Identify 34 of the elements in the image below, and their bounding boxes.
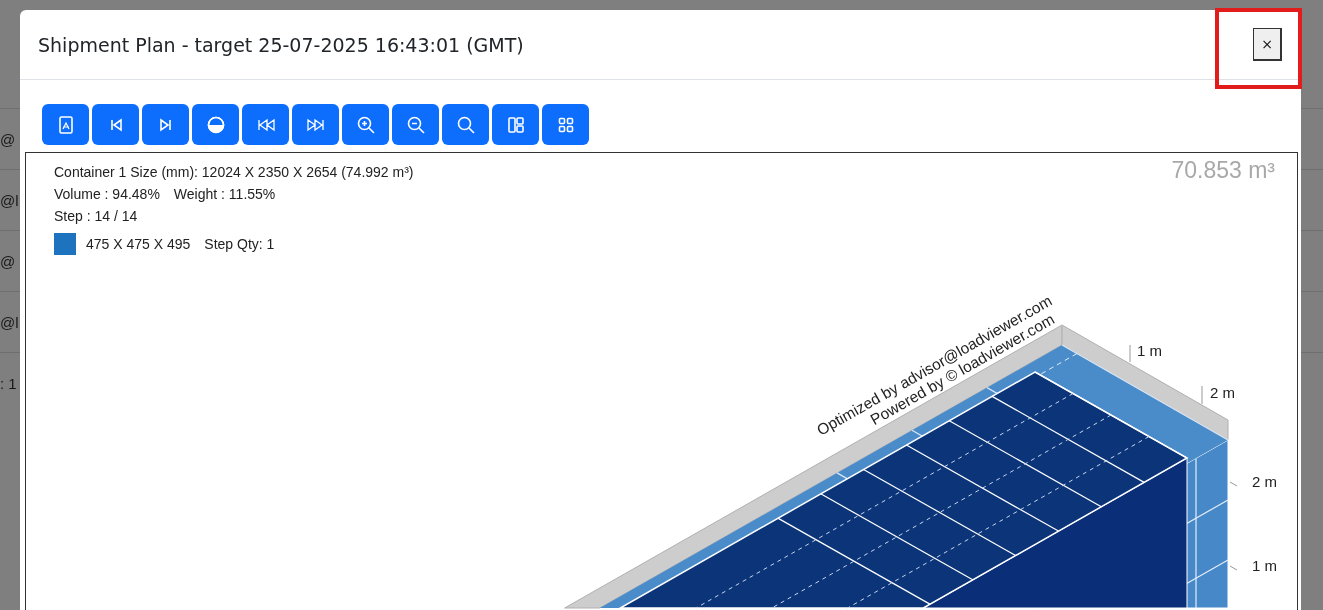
background-text: @l — [0, 191, 19, 209]
volume-text: Volume : 94.48% — [54, 185, 160, 204]
close-button[interactable]: × — [1253, 28, 1282, 61]
step-text: Step : 14 / 14 — [54, 207, 139, 226]
container-size-text: Container 1 Size (mm): 12024 X 2350 X 2654 (74.992 m³) — [54, 163, 414, 182]
toolbar-button[interactable] — [392, 104, 439, 145]
half-circle-icon — [205, 114, 226, 135]
layout-icon — [505, 114, 526, 135]
background-text: @l — [0, 313, 19, 331]
volume-reading: 70.853 m³ — [1171, 157, 1275, 184]
toolbar-button[interactable] — [92, 104, 139, 145]
zoom-out-icon — [405, 114, 426, 135]
toolbar-button[interactable] — [42, 104, 89, 145]
background-text: @ — [0, 252, 16, 270]
toolbar-button[interactable] — [142, 104, 189, 145]
background-text: : 1 — [0, 374, 17, 392]
search-icon — [455, 114, 476, 135]
step-quantity-text: Step Qty: 1 — [204, 235, 275, 254]
toolbar-button[interactable] — [492, 104, 539, 145]
toolbar-button[interactable] — [292, 104, 339, 145]
toolbar-button[interactable] — [542, 104, 589, 145]
axis-label: 2 m — [1210, 384, 1235, 401]
toolbar-button[interactable] — [242, 104, 289, 145]
toolbar-button[interactable] — [342, 104, 389, 145]
zoom-in-icon — [355, 114, 376, 135]
window-title: Shipment Plan - target 25-07-2025 16:43:01 (GMT) — [38, 33, 524, 56]
axis-label: 1 m — [1252, 557, 1277, 574]
weight-text: Weight : 11.55% — [173, 185, 276, 204]
background-text: @ — [0, 130, 16, 148]
axis-label: 2 m — [1252, 473, 1277, 490]
axis-label: 1 m — [1137, 342, 1162, 359]
toolbar-button[interactable] — [192, 104, 239, 145]
box-dimensions-text: 475 X 475 X 495 — [86, 235, 191, 254]
toolbar-button[interactable] — [442, 104, 489, 145]
